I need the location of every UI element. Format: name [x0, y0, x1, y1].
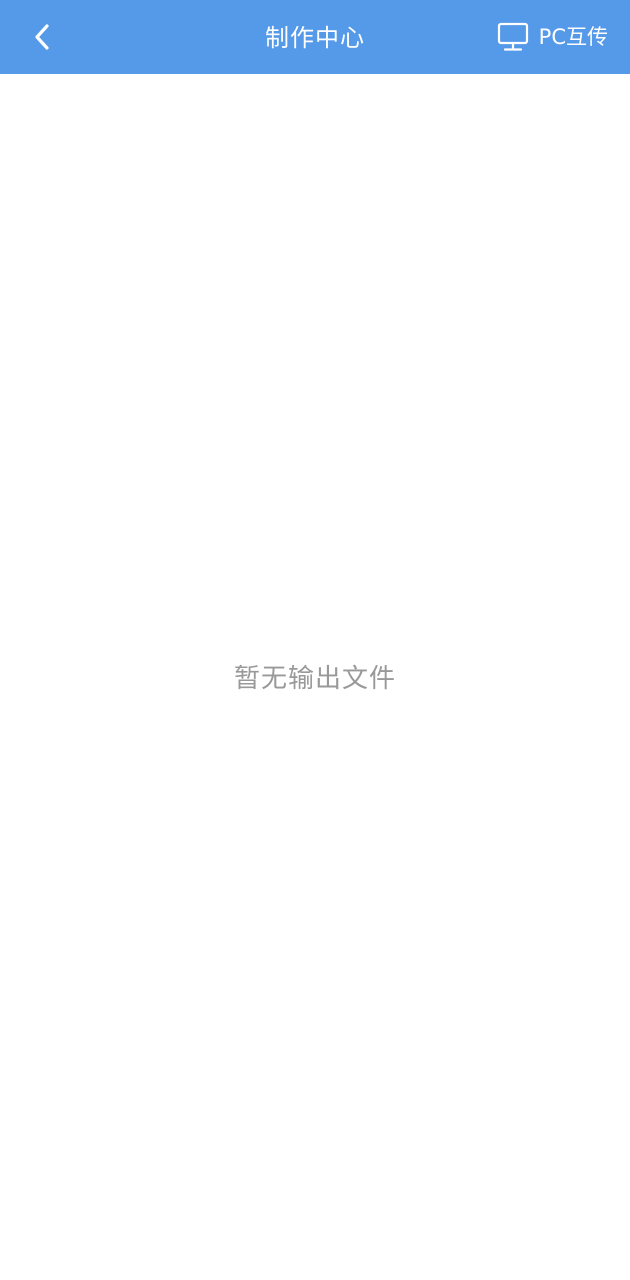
top-bar: 制作中心 PC互传 [0, 0, 630, 74]
pc-transfer-button[interactable]: PC互传 [497, 0, 608, 74]
chevron-left-icon [32, 22, 52, 52]
back-button[interactable] [14, 9, 70, 65]
empty-state-message: 暂无输出文件 [233, 664, 396, 694]
monitor-icon [497, 22, 529, 52]
app-screen: 制作中心 PC互传 暂无输出文件 [0, 0, 630, 1280]
pc-transfer-label: PC互传 [538, 24, 608, 49]
